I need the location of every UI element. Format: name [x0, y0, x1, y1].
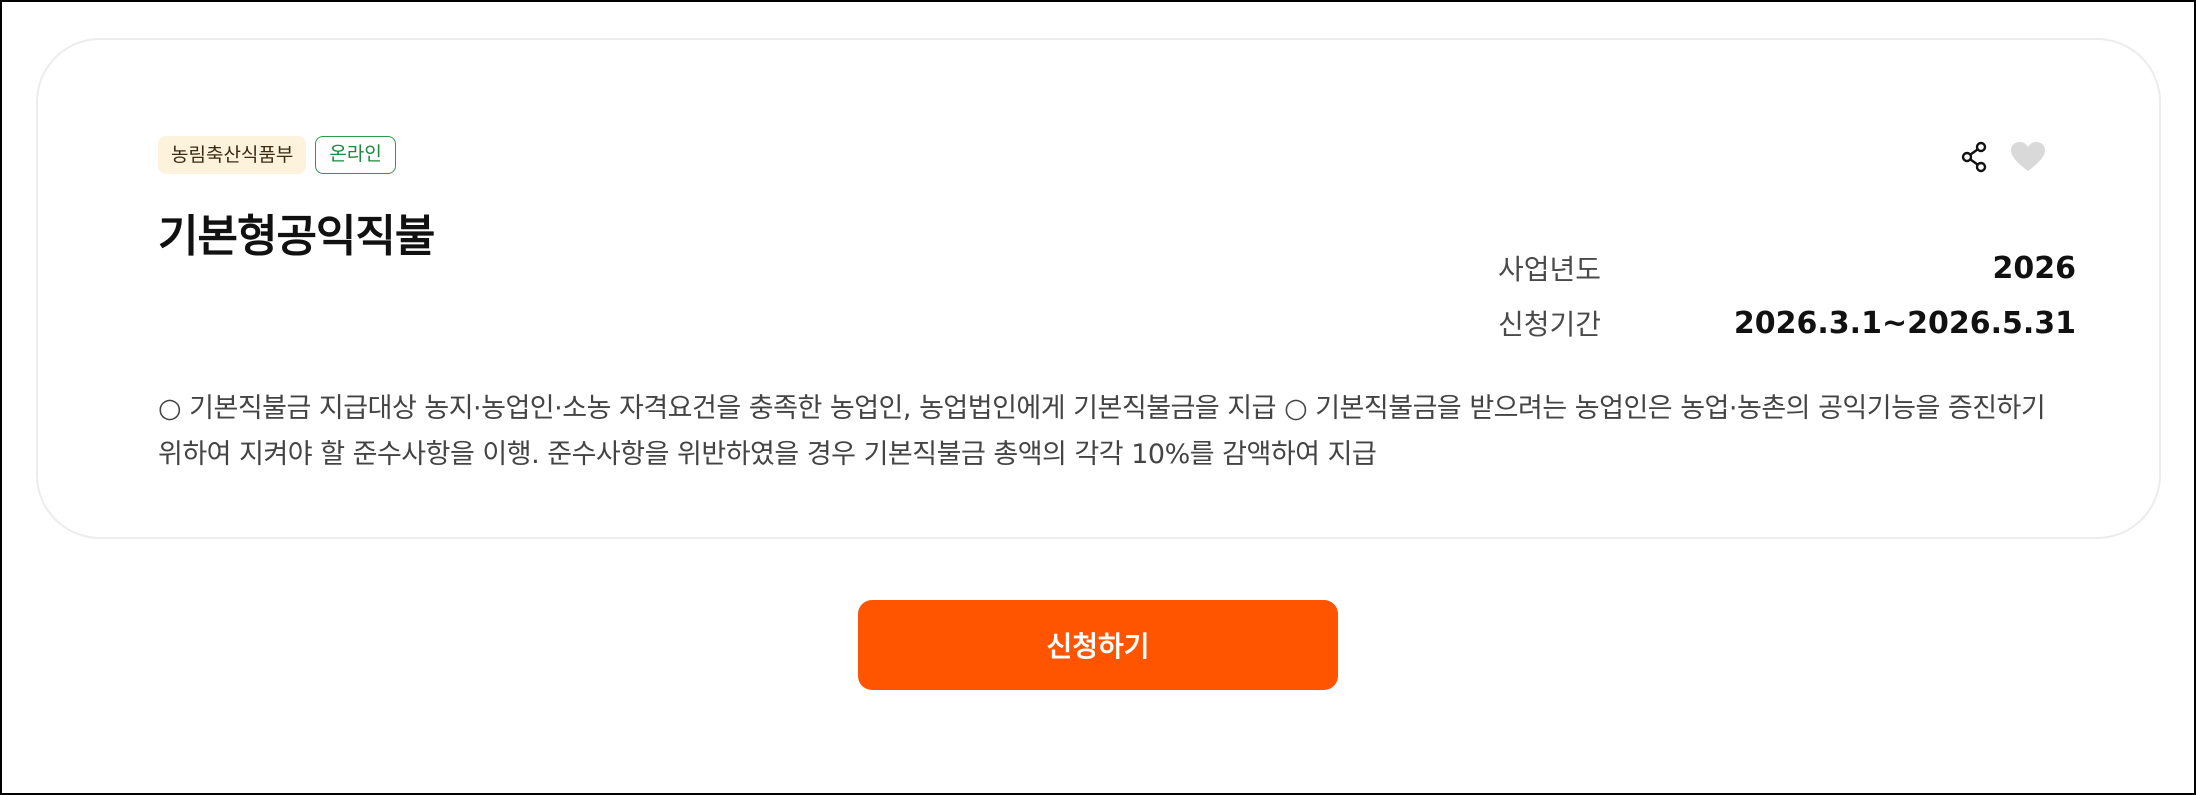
card-actions [1955, 138, 2047, 176]
share-icon[interactable] [1955, 138, 1993, 176]
application-period-row: 신청기간 2026.3.1~2026.5.31 [1498, 303, 2076, 343]
program-title: 기본형공익직불 [158, 211, 435, 262]
program-card: 농림축산식품부 온라인 기본형공익직불 사업년도 2026 신청기간 2026.… [36, 38, 2161, 539]
heart-icon[interactable] [2009, 138, 2047, 176]
application-period-value: 2026.3.1~2026.5.31 [1733, 305, 2076, 341]
ministry-tag: 농림축산식품부 [158, 136, 307, 174]
apply-button[interactable]: 신청하기 [858, 600, 1338, 690]
program-description: ○ 기본직불금 지급대상 농지·농업인·소농 자격요건을 충족한 농업인, 농업… [158, 393, 2046, 470]
business-year-label: 사업년도 [1498, 253, 1602, 286]
business-year-value: 2026 [1992, 250, 2077, 286]
application-period-label: 신청기간 [1498, 308, 1602, 341]
online-tag: 온라인 [315, 136, 396, 174]
tag-group: 농림축산식품부 온라인 [158, 136, 396, 174]
business-year-row: 사업년도 2026 [1498, 248, 2076, 288]
